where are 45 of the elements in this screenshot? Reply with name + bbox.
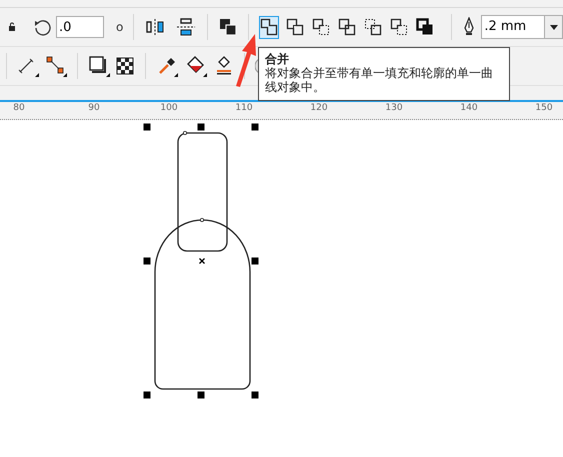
transparency-icon[interactable] <box>115 56 135 76</box>
connector-tool-icon[interactable] <box>45 55 67 77</box>
center-mark <box>198 258 206 264</box>
selection-handle[interactable] <box>252 258 258 264</box>
ruler-label: 120 <box>310 103 328 113</box>
weld-icon <box>286 18 304 36</box>
simplify-icon <box>364 18 382 36</box>
ruler-label: 150 <box>535 103 553 113</box>
ruler-label: 100 <box>160 103 178 113</box>
boundary-icon <box>416 18 434 36</box>
selection-handle[interactable] <box>144 258 150 264</box>
outline-width-value: .2 mm <box>483 18 528 36</box>
shaping-button[interactable] <box>259 16 280 38</box>
selection-handle[interactable] <box>144 124 150 130</box>
ruler-label: 80 <box>13 103 25 113</box>
mirror-vertical-icon[interactable] <box>175 16 198 38</box>
caret-icon[interactable] <box>544 16 562 38</box>
selection-handle[interactable] <box>252 124 258 130</box>
drop-shadow-icon[interactable] <box>88 55 110 77</box>
selection-handle[interactable] <box>198 124 204 130</box>
pen-nib-icon <box>462 17 476 37</box>
outline-width-dropdown[interactable]: .2 mm <box>481 15 563 39</box>
trim-icon <box>312 18 330 36</box>
degree-symbol: o <box>116 20 124 34</box>
node-point <box>200 218 204 222</box>
ruler-label: 90 <box>88 103 100 113</box>
selection-handle[interactable] <box>198 392 204 398</box>
combine-icon <box>260 18 278 36</box>
ruler-label: 140 <box>460 103 478 113</box>
selection-handle[interactable] <box>144 392 150 398</box>
tooltip-title: 合并 <box>265 52 290 66</box>
node-point <box>183 131 187 135</box>
tooltip-text: 将对象合并至带有单一填充和轮廓的单一曲线对象中。 <box>265 66 494 94</box>
selection-handle[interactable] <box>252 392 258 398</box>
intersect-icon <box>338 18 356 36</box>
mirror-horizontal-icon[interactable] <box>144 16 166 38</box>
rotation-field[interactable]: .0 <box>56 16 104 38</box>
front-minus-back-icon <box>390 18 408 36</box>
fill-bucket-icon[interactable] <box>185 55 207 77</box>
ruler-label: 130 <box>385 103 403 113</box>
rotate-icon <box>32 17 52 37</box>
arrange-icon[interactable] <box>218 17 238 37</box>
outline-fill-icon[interactable] <box>214 56 234 76</box>
ruler-label: 110 <box>235 103 253 113</box>
lock-icon[interactable] <box>7 22 17 32</box>
